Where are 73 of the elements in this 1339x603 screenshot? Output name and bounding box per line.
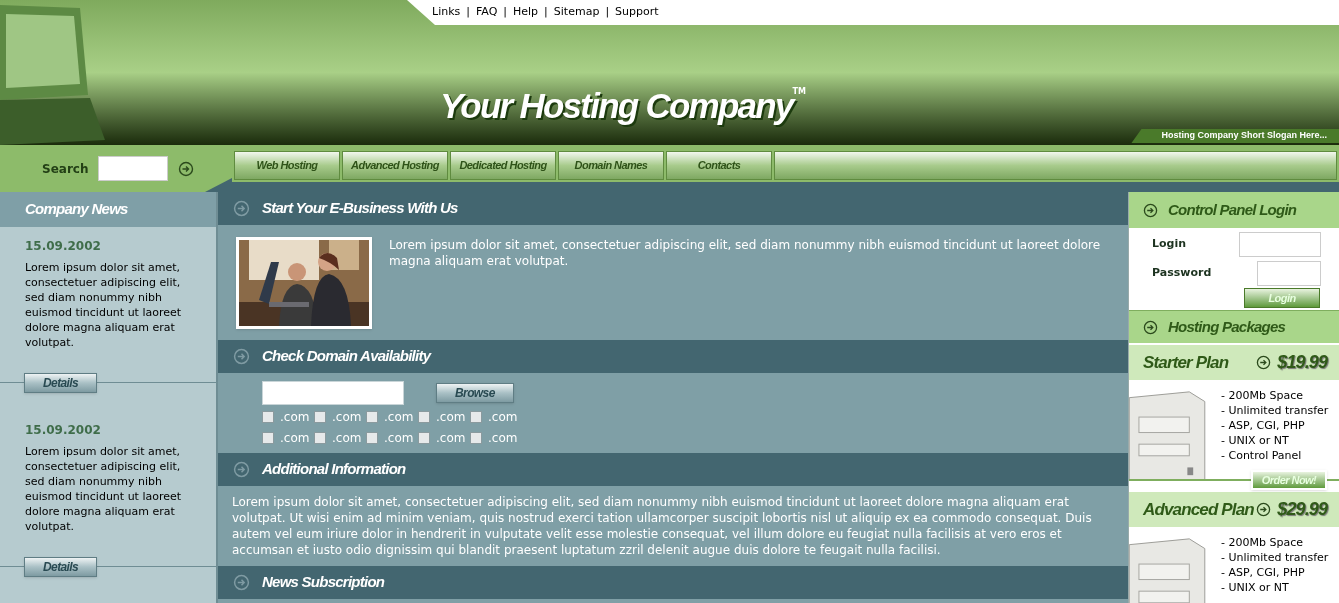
- field-label: Login: [1152, 236, 1187, 253]
- checkbox[interactable]: [262, 411, 274, 423]
- top-link[interactable]: Support: [615, 4, 659, 21]
- plan-feature: - ASP, CGI, PHP: [1221, 565, 1306, 580]
- plan-feature: - Control Panel: [1221, 448, 1303, 463]
- domain-label: .com: [384, 409, 414, 426]
- search-field[interactable]: [98, 156, 169, 181]
- trademark-mark: TM: [792, 86, 807, 96]
- checkbox[interactable]: [366, 432, 378, 444]
- details-button[interactable]: Details: [24, 557, 98, 577]
- nav-tab[interactable]: Web Hosting: [234, 151, 340, 180]
- info-text: Lorem ipsum dolor sit amet, consectetuer adipiscing elit, sed diam nonummy nibh euismod tincidunt ut laoreet dolore magna aliquam erat volutpat. Ut wisi enim ad minim veniam, quis nostrud exerci tation ullamcorper suscipit lobortis nisl ut aliquip ex ea commodo consequat. Duis autem vel eum iriure dolor in hendrerit in vulputate velit esse molestie consequat, vel illum dolore eu feugiat nulla facilisis at vero eros et accumsan et iusto odio dignissim qui blandit praesent luptatum zzril delenit augue duis dolore te feugait nulla facilisi.: [232, 494, 1093, 558]
- top-link[interactable]: Links: [432, 4, 461, 21]
- news-date: 15.09.2002: [25, 422, 102, 439]
- plan-name: Starter Plan: [1143, 351, 1229, 374]
- link-separator: |: [466, 4, 470, 21]
- plan-feature: - ASP, CGI, PHP: [1221, 418, 1306, 433]
- logo-text: Your Hosting Company: [440, 85, 793, 127]
- checkbox[interactable]: [470, 432, 482, 444]
- field-label: Password: [1152, 265, 1212, 282]
- packages-title: Hosting Packages: [1168, 316, 1286, 337]
- news-text: Lorem ipsum dolor sit amet, consectetuer adipiscing elit, sed diam nonummy nibh euismod tincidunt ut laoreet dolore magna aliquam erat volutpat.: [25, 444, 183, 534]
- plan-feature: - 200Mb Space: [1221, 388, 1304, 403]
- domain-label: .com: [436, 430, 466, 447]
- checkbox[interactable]: [470, 411, 482, 423]
- details-button[interactable]: Details: [24, 373, 98, 393]
- news-text: Lorem ipsum dolor sit amet, consectetuer adipiscing elit, sed diam nonummy nibh euismod tincidunt ut laoreet dolore magna aliquam erat volutpat.: [25, 260, 183, 350]
- section-title: Additional Information: [262, 459, 406, 480]
- checkbox[interactable]: [418, 411, 430, 423]
- login-field[interactable]: [1239, 232, 1321, 257]
- domain-label: .com: [436, 409, 466, 426]
- slogan: Hosting Company Short Slogan Here...: [1131, 129, 1339, 143]
- plan-feature: - Unlimited transfer: [1221, 550, 1329, 565]
- domain-label: .com: [488, 430, 518, 447]
- link-separator: |: [544, 4, 548, 21]
- login-title: Control Panel Login: [1168, 199, 1297, 220]
- section-title: Start Your E-Business With Us: [262, 198, 458, 219]
- browse-button[interactable]: Browse: [436, 383, 514, 403]
- nav-tab[interactable]: Contacts: [666, 151, 772, 180]
- plan-feature: - UNIX or NT: [1221, 433, 1290, 448]
- checkbox[interactable]: [418, 432, 430, 444]
- checkbox[interactable]: [314, 411, 326, 423]
- nav-tab[interactable]: Dedicated Hosting: [450, 151, 556, 180]
- intro-text: Lorem ipsum dolor sit amet, consectetuer adipiscing elit, sed diam nonummy nibh euismod tincidunt ut laoreet dolore magna aliquam erat volutpat.: [389, 237, 1102, 270]
- plan-feature: - 200Mb Space: [1221, 535, 1304, 550]
- link-separator: |: [503, 4, 507, 21]
- checkbox[interactable]: [366, 411, 378, 423]
- top-link[interactable]: Sitemap: [553, 4, 600, 21]
- domain-label: .com: [332, 430, 362, 447]
- search-label: Search: [42, 160, 89, 178]
- news-date: 15.09.2002: [25, 238, 102, 255]
- nav-tab[interactable]: Domain Names: [558, 151, 664, 180]
- plan-feature: - UNIX or NT: [1221, 580, 1290, 595]
- plan-name: Advanced Plan: [1143, 498, 1254, 521]
- checkbox[interactable]: [314, 432, 326, 444]
- nav-tab[interactable]: Advanced Hosting: [342, 151, 448, 180]
- domain-label: .com: [384, 430, 414, 447]
- plan-feature: - Unlimited transfer: [1221, 403, 1329, 418]
- domain-label: .com: [280, 430, 310, 447]
- section-title: Check Domain Availability: [262, 346, 431, 367]
- domain-label: .com: [488, 409, 518, 426]
- domain-label: .com: [280, 409, 310, 426]
- domain-field[interactable]: [262, 381, 404, 405]
- top-link[interactable]: Help: [513, 4, 539, 21]
- checkbox[interactable]: [262, 432, 274, 444]
- plan-price: $29.99: [1277, 498, 1327, 521]
- top-link[interactable]: FAQ: [476, 4, 498, 21]
- plan-price: $19.99: [1277, 351, 1327, 374]
- login-field[interactable]: [1257, 261, 1321, 286]
- domain-label: .com: [332, 409, 362, 426]
- section-title: News Subscription: [262, 572, 385, 593]
- news-title: Company News: [25, 199, 128, 220]
- link-separator: |: [605, 4, 610, 21]
